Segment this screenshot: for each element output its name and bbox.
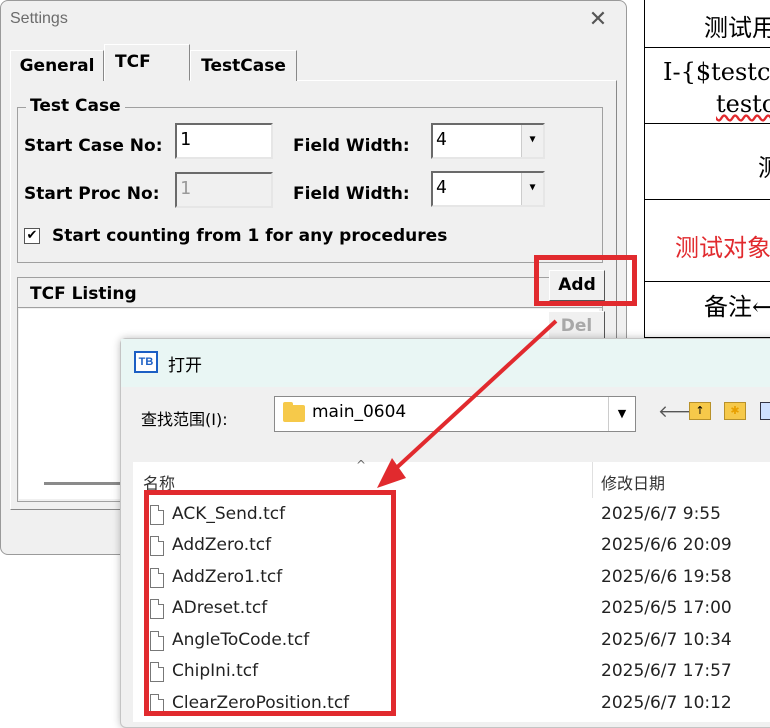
annotation-arrow [377,319,558,488]
arrow-shaft [390,319,558,474]
